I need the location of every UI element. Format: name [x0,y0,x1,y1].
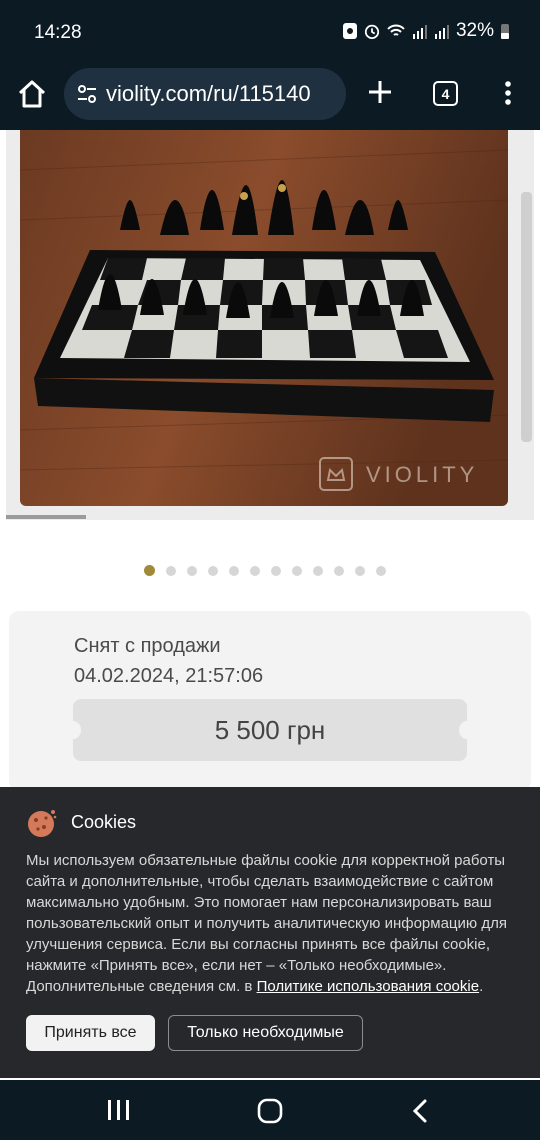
status-icons: 32% [342,20,510,42]
gallery-dot[interactable] [292,565,302,576]
recent-apps-icon[interactable] [106,1099,132,1121]
cookie-title: Cookies [71,812,137,832]
necessary-only-button[interactable]: Только необходимые [168,1015,363,1051]
ticket-notch-left [65,721,81,739]
gallery-dot[interactable] [166,565,176,576]
browser-toolbar: violity.com/ru/115140 4 [0,64,540,130]
gallery-dot[interactable] [144,565,155,576]
battery-percent: 32% [455,20,494,41]
gallery-dot[interactable] [355,565,365,576]
cookie-body-tail: . [479,978,484,995]
ticket-notch-right [459,721,475,739]
gallery-dot[interactable] [187,565,197,576]
lot-photo[interactable]: VIOLITY [20,130,508,506]
system-nav-bar [0,1080,540,1140]
gallery-frame: VIOLITY [6,130,534,520]
cookie-body: Мы используем обязательные файлы cookie … [26,850,516,997]
gallery-dot[interactable] [334,565,344,576]
gallery-dot[interactable] [271,565,281,576]
address-bar[interactable]: violity.com/ru/115140 [64,68,346,120]
vertical-scrollbar[interactable] [521,192,532,442]
new-tab-plus-icon[interactable] [366,78,394,106]
lot-price: 5 500 грн [214,714,326,745]
accept-all-button[interactable]: Принять все [26,1015,155,1051]
gallery-dot[interactable] [208,565,218,576]
lot-status: Снят с продажи [74,635,221,657]
gallery-pagination [144,565,386,576]
home-icon[interactable] [14,76,50,112]
lot-status-card: Снят с продажи 04.02.2024, 21:57:06 5 50… [9,611,531,791]
gallery-dot[interactable] [376,565,386,576]
url-text[interactable]: violity.com/ru/115140 [106,81,342,107]
signal-icon [412,25,427,39]
gallery-dot[interactable] [250,565,260,576]
notification-icon [342,23,357,39]
tab-switcher-button[interactable]: 4 [433,81,458,106]
battery-icon [501,24,509,39]
status-time: 14:28 [34,22,82,43]
gallery-dot[interactable] [229,565,239,576]
cookie-body-text: Мы используем обязательные файлы cookie … [26,852,507,995]
price-ticket: 5 500 грн [65,699,475,761]
back-icon[interactable] [410,1098,430,1124]
chess-set-image: VIOLITY [20,130,508,506]
lot-date: 04.02.2024, 21:57:06 [74,665,264,687]
wifi-icon [387,24,405,36]
horizontal-scrollbar[interactable] [6,515,86,519]
cookie-policy-link[interactable]: Политике использования cookie [257,978,480,995]
cookie-banner: Cookies Мы используем обязательные файлы… [0,787,540,1078]
watermark-text: VIOLITY [366,462,478,487]
alarm-icon [364,24,380,39]
home-nav-icon[interactable] [257,1098,283,1124]
cookie-icon [28,810,57,837]
gallery-dot[interactable] [313,565,323,576]
more-vert-icon[interactable] [498,78,518,108]
signal-icon-2 [434,25,449,39]
status-bar: 14:28 32% [0,0,540,64]
site-settings-icon[interactable] [76,83,98,105]
